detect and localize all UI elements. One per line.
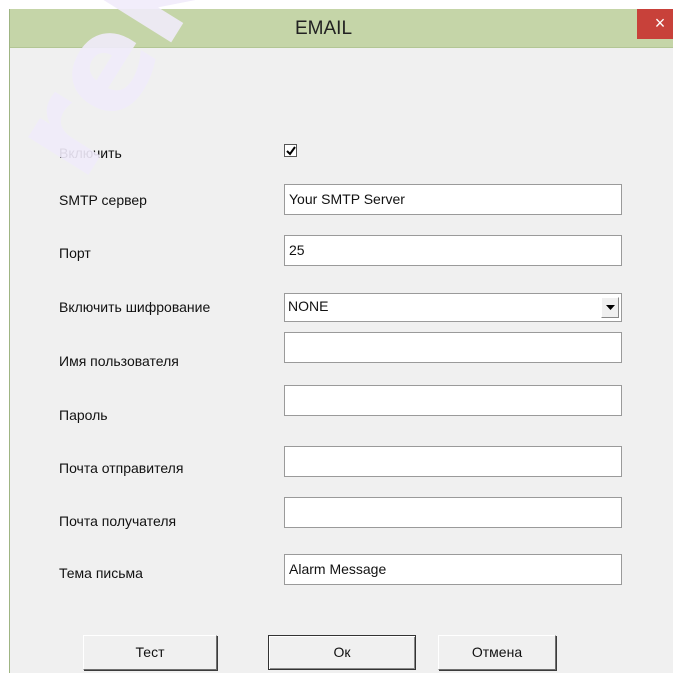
recipient-email-input[interactable] bbox=[284, 497, 622, 528]
username-input[interactable] bbox=[284, 332, 622, 363]
dropdown-button[interactable] bbox=[601, 297, 619, 318]
subject-input[interactable]: Alarm Message bbox=[284, 554, 622, 585]
test-button[interactable]: Тест bbox=[83, 635, 217, 670]
email-dialog: EMAIL × Включить SMTP сервер Your SMTP S… bbox=[9, 9, 673, 673]
ok-button[interactable]: Ок bbox=[268, 635, 416, 670]
dialog-title: EMAIL bbox=[295, 18, 353, 39]
smtp-server-input[interactable]: Your SMTP Server bbox=[284, 184, 622, 215]
subject-label: Тема письма bbox=[59, 565, 143, 581]
encryption-label: Включить шифрование bbox=[59, 299, 211, 315]
cancel-button[interactable]: Отмена bbox=[438, 635, 556, 670]
chevron-down-icon bbox=[606, 305, 615, 310]
enable-label: Включить bbox=[59, 145, 122, 161]
port-input[interactable]: 25 bbox=[284, 235, 622, 266]
enable-checkbox[interactable] bbox=[284, 144, 297, 157]
close-icon: × bbox=[654, 13, 666, 33]
recipient-email-label: Почта получателя bbox=[59, 513, 177, 529]
encryption-selected-value: NONE bbox=[288, 298, 329, 314]
sender-email-input[interactable] bbox=[284, 446, 622, 477]
close-button[interactable]: × bbox=[637, 9, 673, 39]
check-icon bbox=[286, 146, 296, 156]
password-input[interactable] bbox=[284, 385, 622, 416]
encryption-select[interactable]: NONE bbox=[284, 293, 622, 322]
port-label: Порт bbox=[59, 245, 91, 261]
sender-email-label: Почта отправителя bbox=[59, 460, 184, 476]
password-label: Пароль bbox=[59, 407, 108, 423]
username-label: Имя пользователя bbox=[59, 353, 179, 369]
smtp-server-label: SMTP сервер bbox=[59, 192, 147, 208]
title-bar: EMAIL × bbox=[10, 9, 673, 48]
